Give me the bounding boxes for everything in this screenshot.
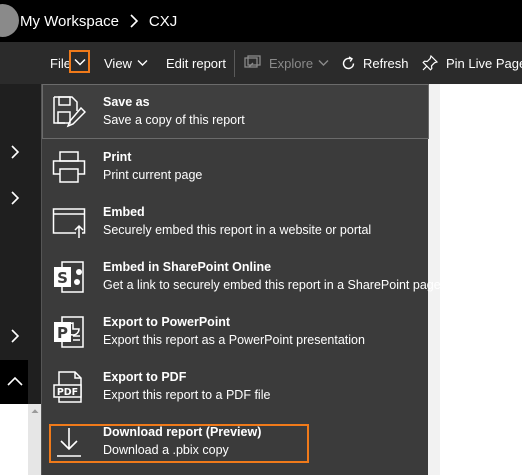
menu-item-print[interactable]: Print Print current page [42,139,429,194]
chevron-right-icon [127,14,141,28]
svg-text:S: S [57,269,68,287]
avatar[interactable] [0,4,19,37]
menu-item-export-powerpoint[interactable]: P Export to PowerPoint Export this repor… [42,304,429,359]
breadcrumb-workspace[interactable]: My Workspace [20,13,119,30]
edit-report-label: Edit report [166,55,226,71]
file-dropdown-chevron[interactable] [69,50,90,73]
chevron-right-icon[interactable] [6,189,24,207]
breadcrumb-report[interactable]: CXJ [149,13,177,30]
download-highlight-annotation [49,424,309,463]
refresh-button[interactable]: Refresh [341,42,409,84]
menu-item-embed-sharepoint[interactable]: S Embed in SharePoint Online Get a link … [42,249,441,304]
chevron-right-icon[interactable] [6,143,24,161]
menu-item-export-pdf[interactable]: PDF Export to PDF Export this report to … [42,359,429,414]
menu-item-title: Embed [103,205,145,219]
chevron-right-icon[interactable] [6,327,24,345]
chevron-down-icon [137,59,148,67]
chevron-down-icon [73,58,86,66]
menu-item-embed[interactable]: Embed Securely embed this report in a we… [42,194,429,249]
explore-label: Explore [269,55,314,71]
sharepoint-icon: S [52,260,86,294]
chevron-down-icon [318,59,329,67]
powerpoint-icon: P [52,315,86,349]
left-nav-rail [0,84,41,404]
save-as-icon [52,95,87,129]
menu-item-title: Embed in SharePoint Online [103,260,272,274]
print-icon [52,150,86,184]
menu-item-description: Print current page [103,168,203,182]
top-bar: My Workspace CXJ [0,0,522,42]
menu-item-description: Export this report to a PDF file [103,388,271,402]
chevron-up-icon[interactable] [6,373,24,391]
pin-icon [422,55,438,71]
refresh-label: Refresh [363,55,409,71]
menu-item-title: Print [103,150,132,164]
menu-item-title: Export to PowerPoint [103,315,231,329]
explore-button[interactable]: Explore [244,42,329,84]
toolbar-divider [234,50,235,77]
scroll-up-arrow-icon[interactable] [28,404,41,418]
pdf-icon: PDF [52,370,86,404]
svg-text:P: P [57,324,68,342]
menu-item-title: Export to PDF [103,370,187,384]
file-dropdown-menu: Save as Save a copy of this report Print… [41,84,441,475]
view-menu-button[interactable]: View [104,42,148,84]
breadcrumb: My Workspace CXJ [20,0,177,42]
refresh-icon [341,55,356,71]
menu-item-description: Save a copy of this report [103,113,245,127]
pin-live-page-button[interactable]: Pin Live Page [422,42,522,84]
explore-icon [244,55,262,71]
pin-live-page-label: Pin Live Page [446,55,522,71]
view-label: View [104,55,132,71]
menu-item-description: Export this report as a PowerPoint prese… [103,333,365,347]
menu-item-description: Get a link to securely embed this report… [103,278,441,292]
svg-text:PDF: PDF [57,387,78,398]
menu-item-save-as[interactable]: Save as Save a copy of this report [42,84,429,139]
edit-report-button[interactable]: Edit report [166,42,226,84]
file-label: File [50,55,71,71]
report-canvas [428,84,522,475]
file-menu-button[interactable]: File [50,42,71,84]
menu-item-title: Save as [103,95,150,109]
menu-item-description: Securely embed this report in a website … [103,223,372,237]
canvas-area-left [0,404,28,475]
embed-icon [52,205,86,239]
